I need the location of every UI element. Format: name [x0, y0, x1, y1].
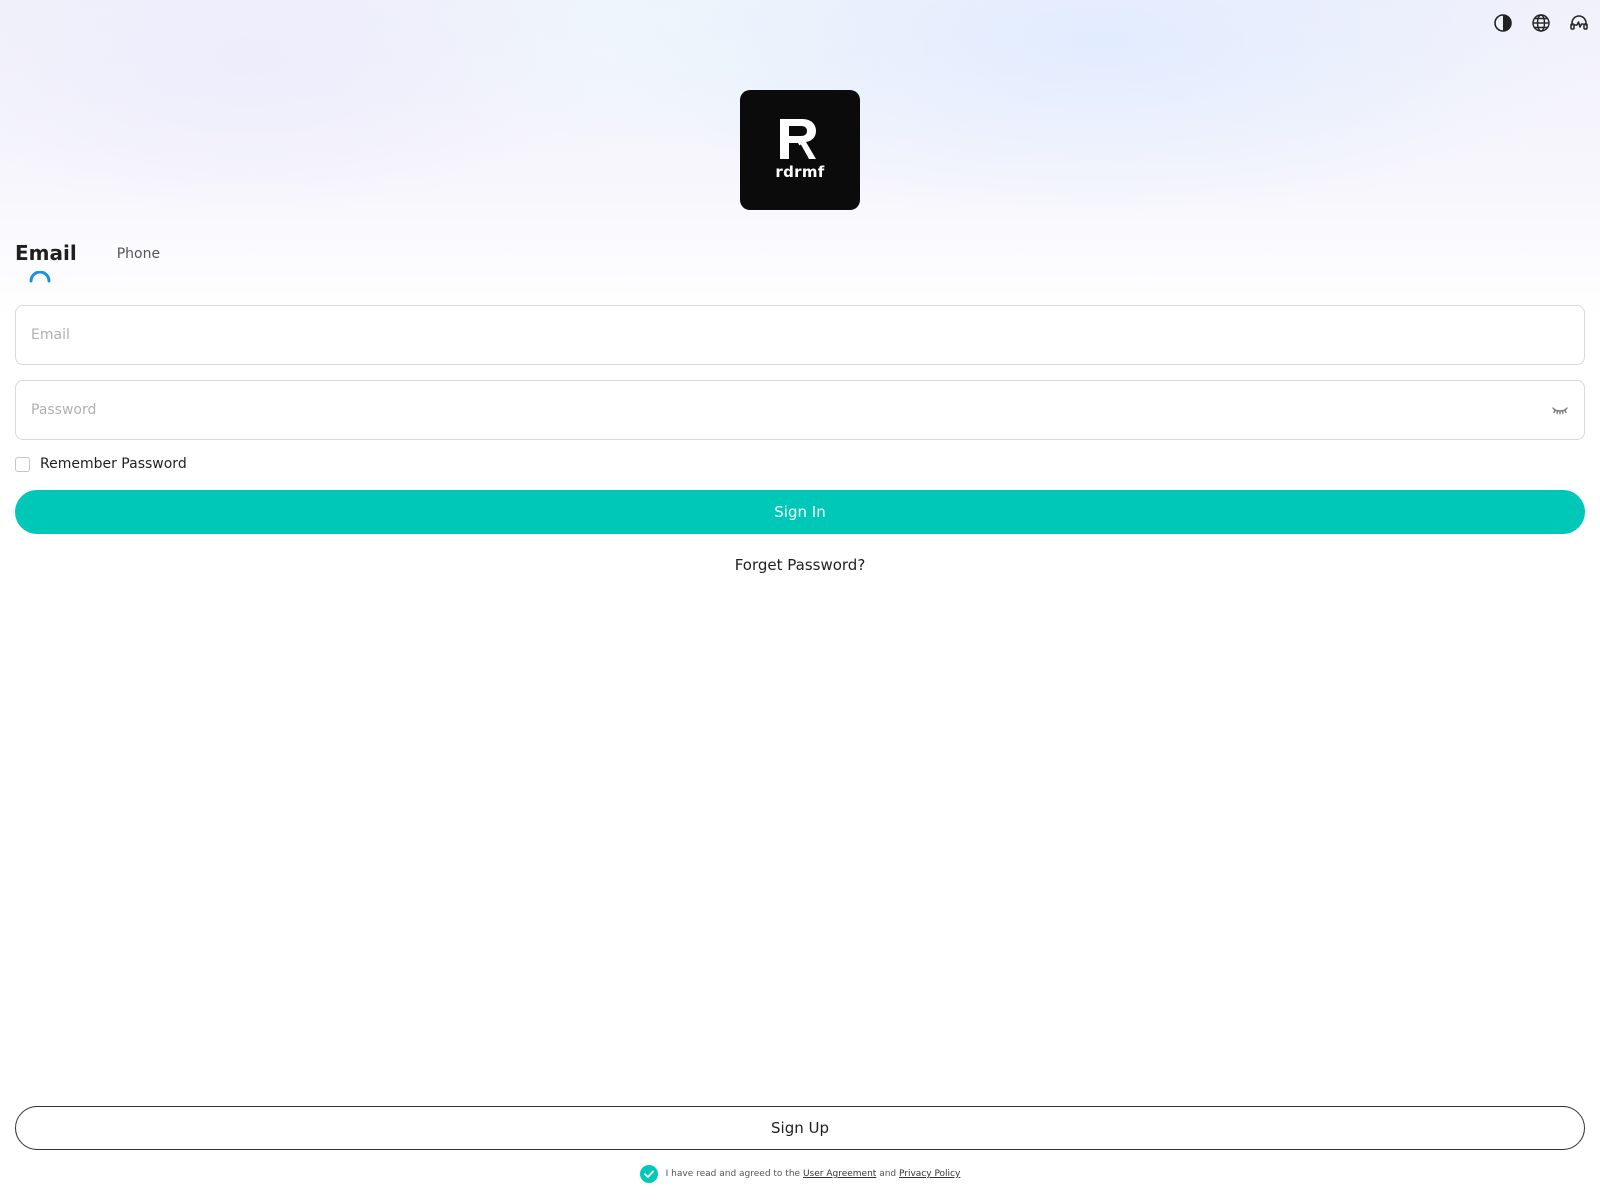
sign-in-button[interactable]: Sign In: [15, 490, 1585, 534]
language-globe-icon[interactable]: [1530, 12, 1552, 34]
agreement-prefix: I have read and agreed to the: [665, 1169, 801, 1179]
remember-password-option[interactable]: Remember Password: [15, 456, 187, 472]
user-agreement-link[interactable]: User Agreement: [803, 1169, 876, 1179]
brand-logo: rdrmf: [740, 90, 860, 210]
password-field-container: [15, 380, 1585, 440]
tab-email-label: Email: [15, 241, 77, 265]
agreement-row: I have read and agreed to the User Agree…: [0, 1165, 1600, 1183]
forget-password-link[interactable]: Forget Password?: [735, 556, 866, 574]
agreement-check-icon[interactable]: [639, 1165, 658, 1183]
agreement-conjunction: and: [879, 1169, 897, 1179]
forget-password-row: Forget Password?: [0, 556, 1600, 574]
logo-text: rdrmf: [775, 163, 825, 181]
eye-closed-icon[interactable]: [1551, 401, 1569, 419]
login-method-tabs: Email Phone: [15, 240, 160, 284]
remember-password-checkbox[interactable]: [15, 456, 30, 472]
remember-password-label: Remember Password: [40, 456, 187, 472]
privacy-policy-link[interactable]: Privacy Policy: [899, 1169, 960, 1179]
agreement-text: I have read and agreed to the User Agree…: [666, 1169, 961, 1179]
tab-phone-label: Phone: [116, 246, 161, 262]
tab-email[interactable]: Email: [15, 240, 77, 284]
sign-up-button[interactable]: Sign Up: [15, 1106, 1585, 1150]
logo-r-mark: [780, 119, 816, 161]
theme-contrast-icon[interactable]: [1492, 12, 1514, 34]
customer-support-icon[interactable]: [1568, 12, 1590, 34]
active-tab-indicator: [29, 271, 51, 283]
top-toolbar: [1492, 12, 1590, 34]
email-input[interactable]: [31, 327, 1569, 343]
tab-phone[interactable]: Phone: [117, 240, 160, 284]
email-field-container: [15, 305, 1585, 365]
password-input[interactable]: [31, 402, 1551, 418]
